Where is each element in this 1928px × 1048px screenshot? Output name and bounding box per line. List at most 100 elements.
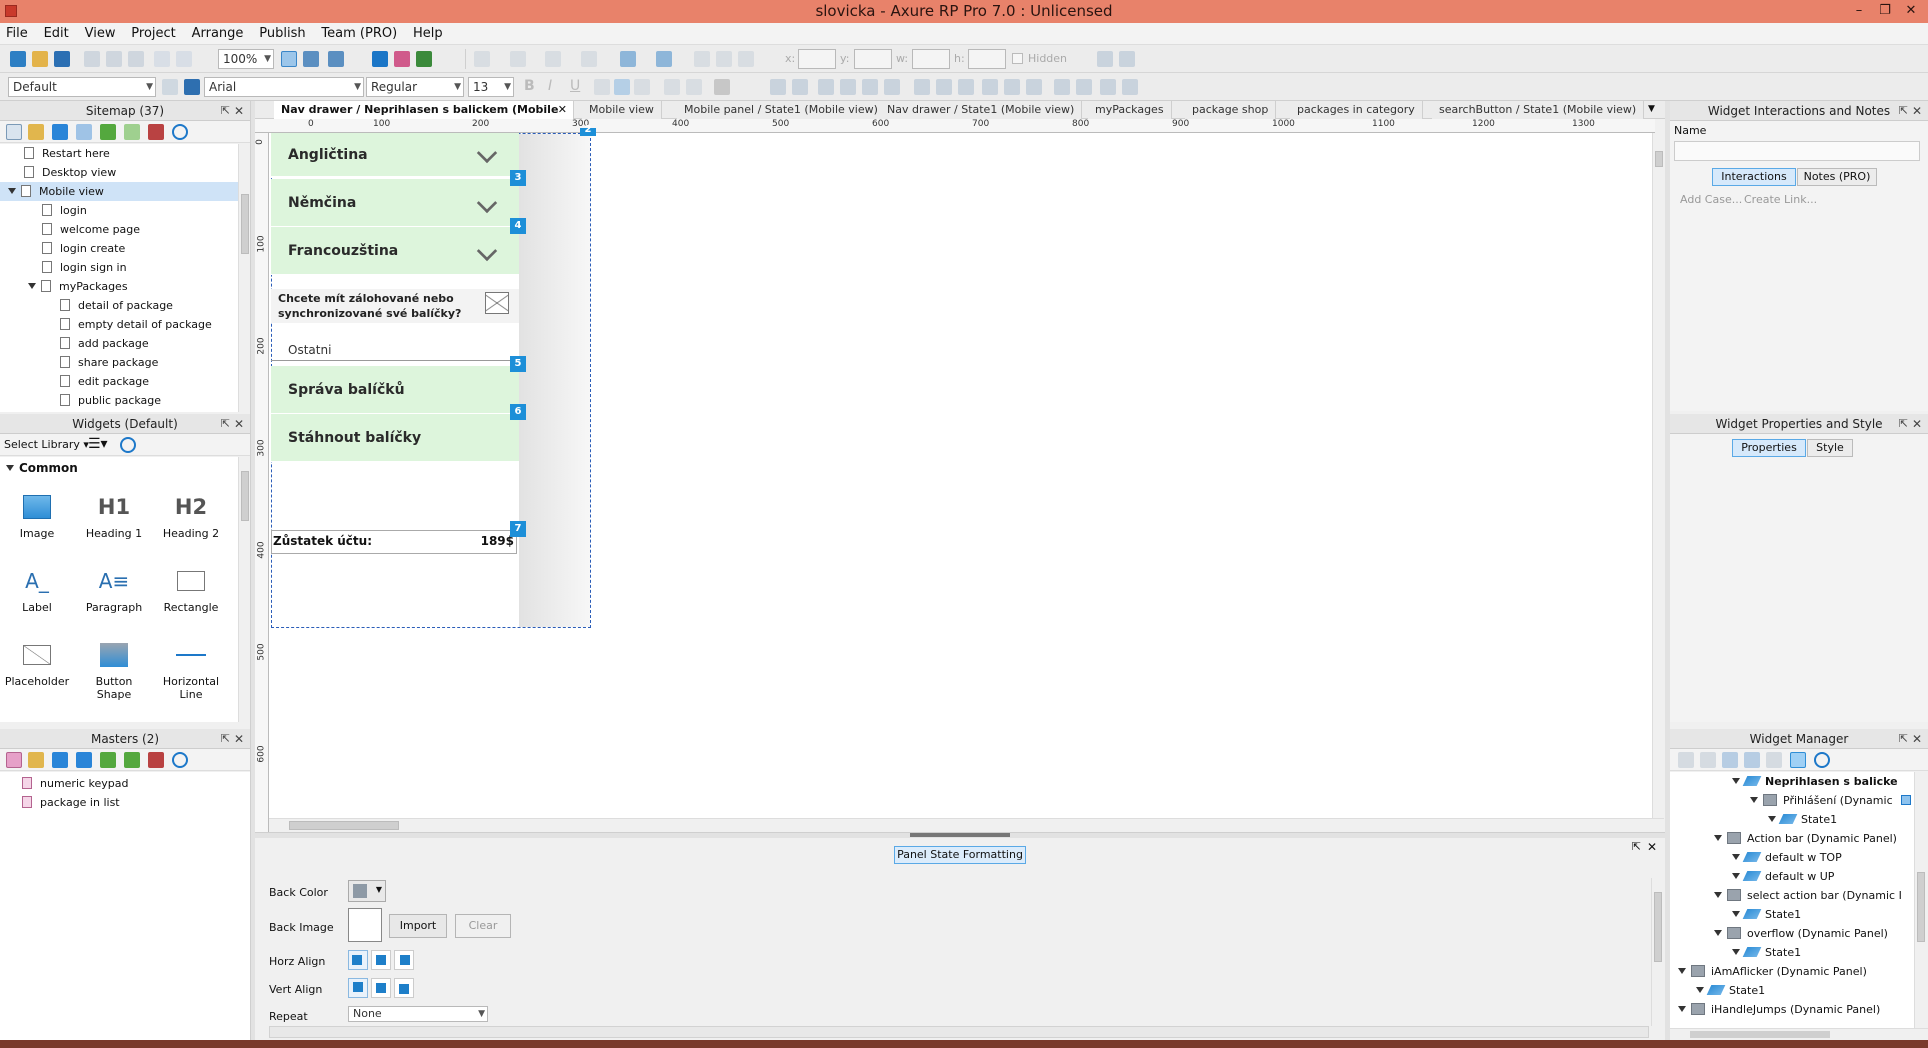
add-page-icon[interactable] <box>6 124 22 140</box>
y-input[interactable] <box>854 49 892 69</box>
wm-item[interactable]: State1 <box>1768 810 1837 829</box>
align-bottom-icon[interactable] <box>1026 79 1042 95</box>
align-left-objects-icon[interactable] <box>914 79 930 95</box>
duplicate-state-icon[interactable] <box>1700 752 1716 768</box>
delete-icon[interactable] <box>1766 752 1782 768</box>
select-library-dropdown[interactable]: Select Library ▾ <box>4 438 89 451</box>
font-size-select[interactable]: 13 ▼ <box>468 77 514 97</box>
footnote-badge[interactable]: 6 <box>510 404 526 420</box>
menu-item-sprava-balicku[interactable]: Správa balíčků <box>271 366 519 414</box>
scrollbar-thumb[interactable] <box>241 194 249 254</box>
hidden-checkbox[interactable] <box>1012 53 1023 64</box>
link-icon[interactable] <box>686 79 702 95</box>
forward-icon[interactable] <box>862 79 878 95</box>
widget-heading2[interactable]: H2 Heading 2 <box>156 487 226 540</box>
menu-file[interactable]: File <box>0 23 34 45</box>
expand-icon[interactable] <box>1732 911 1740 917</box>
line-style-icon[interactable] <box>510 51 526 67</box>
format-painter-icon[interactable] <box>184 79 200 95</box>
font-family-select[interactable]: Arial ▼ <box>204 77 364 97</box>
wm-item[interactable]: State1 <box>1696 981 1765 1000</box>
move-down-icon[interactable] <box>1119 51 1135 67</box>
horz-align-center-button[interactable] <box>371 950 391 970</box>
wm-item[interactable]: default w TOP <box>1732 848 1842 867</box>
padding-icon[interactable] <box>716 51 732 67</box>
footnote-badge[interactable]: 7 <box>510 521 526 537</box>
menu-item-anglictina[interactable]: Angličtina <box>271 133 519 177</box>
move-down-icon[interactable] <box>76 752 92 768</box>
widget-group-common[interactable]: Common <box>6 461 78 475</box>
panel-state-formatting-tab[interactable]: Panel State Formatting <box>894 846 1026 864</box>
move-up-icon[interactable] <box>52 752 68 768</box>
align-left-icon[interactable] <box>594 79 610 95</box>
menu-view[interactable]: View <box>79 23 122 45</box>
scrollbar-thumb[interactable] <box>289 821 399 830</box>
menu-item-stahnout-balicky[interactable]: Stáhnout balíčky <box>271 414 519 462</box>
tab-searchbutton[interactable]: searchButton / State1 (Mobile view) <box>1432 101 1645 119</box>
zoom-select[interactable]: 100% ▼ <box>218 49 274 69</box>
sitemap-item[interactable]: add package <box>60 334 149 353</box>
new-file-icon[interactable] <box>10 51 26 67</box>
share-icon[interactable] <box>394 51 410 67</box>
publish-icon[interactable] <box>416 51 432 67</box>
search-icon[interactable] <box>1814 752 1830 768</box>
outdent-icon[interactable] <box>124 752 140 768</box>
outdent-icon[interactable] <box>124 124 140 140</box>
menu-help[interactable]: Help <box>407 23 449 45</box>
minimize-button[interactable]: – <box>1846 0 1872 23</box>
back-image-preview[interactable] <box>348 908 382 942</box>
preview-icon[interactable] <box>372 51 388 67</box>
footnote-badge[interactable]: 4 <box>510 218 526 234</box>
pin-icon[interactable]: ⇱ <box>221 101 230 121</box>
footnote-badge[interactable]: 5 <box>510 356 526 372</box>
wm-item[interactable]: Action bar (Dynamic Panel) <box>1714 829 1897 848</box>
search-icon[interactable] <box>172 752 188 768</box>
bullets-icon[interactable] <box>664 79 680 95</box>
widget-heading1[interactable]: H1 Heading 1 <box>79 487 149 540</box>
vert-align-bottom-button[interactable] <box>394 978 414 998</box>
line-pattern-icon[interactable] <box>581 51 597 67</box>
wm-item[interactable]: Neprihlasen s balicke <box>1732 772 1898 791</box>
close-icon[interactable]: ✕ <box>1912 414 1922 434</box>
horz-align-right-button[interactable] <box>394 950 414 970</box>
account-balance-box[interactable]: Zůstatek účtu: 189$ <box>271 530 517 554</box>
border-icon[interactable] <box>694 51 710 67</box>
sitemap-item[interactable]: login <box>42 201 87 220</box>
wm-item[interactable]: iHandleJumps (Dynamic Panel) <box>1678 1000 1880 1019</box>
close-icon[interactable]: ✕ <box>234 101 244 121</box>
delete-icon[interactable] <box>148 124 164 140</box>
menu-item-francouzstina[interactable]: Francouzština <box>271 227 519 275</box>
expand-icon[interactable] <box>1750 797 1758 803</box>
distribute-v-icon[interactable] <box>1076 79 1092 95</box>
menu-project[interactable]: Project <box>125 23 181 45</box>
expand-icon[interactable] <box>1768 816 1776 822</box>
underline-icon[interactable]: U <box>570 78 580 94</box>
group-icon[interactable] <box>474 51 490 67</box>
pin-icon[interactable]: ⇱ <box>1632 840 1641 853</box>
indent-icon[interactable] <box>100 124 116 140</box>
point-icon[interactable] <box>328 51 344 67</box>
add-master-icon[interactable] <box>6 752 22 768</box>
align-objects-icon[interactable] <box>792 79 808 95</box>
arrow-style-icon[interactable] <box>738 51 754 67</box>
search-icon[interactable] <box>120 437 136 453</box>
sitemap-item[interactable]: login sign in <box>42 258 127 277</box>
pin-icon[interactable]: ⇱ <box>1899 414 1908 434</box>
align-center-objects-icon[interactable] <box>936 79 952 95</box>
expand-icon[interactable] <box>1732 949 1740 955</box>
expand-icon[interactable] <box>1732 854 1740 860</box>
scrollbar-thumb[interactable] <box>1917 872 1925 942</box>
front-icon[interactable] <box>818 79 834 95</box>
expand-icon[interactable] <box>1732 778 1740 784</box>
backup-prompt[interactable]: Chcete mít zálohované nebo synchronizova… <box>271 289 519 323</box>
footnote-badge[interactable]: 2 <box>580 125 596 136</box>
font-color-icon[interactable] <box>714 79 730 95</box>
italic-icon[interactable]: I <box>548 78 552 94</box>
tab-nav-drawer[interactable]: Nav drawer / Neprihlasen s balickem (Mob… <box>274 101 574 119</box>
shadow-icon[interactable] <box>656 51 672 67</box>
indent-icon[interactable] <box>100 752 116 768</box>
sitemap-item[interactable]: empty detail of package <box>60 315 212 334</box>
open-file-icon[interactable] <box>32 51 48 67</box>
add-folder-icon[interactable] <box>28 124 44 140</box>
align-right-icon[interactable] <box>634 79 650 95</box>
